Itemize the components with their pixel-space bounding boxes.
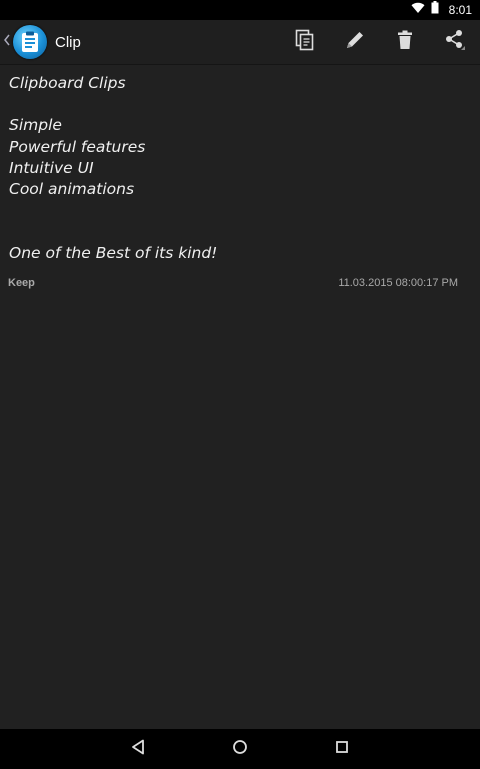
clip-line: Cool animations — [9, 180, 135, 198]
clip-text[interactable]: Clipboard Clips Simple Powerful features In… — [0, 65, 480, 264]
clip-timestamp: 11.03.2015 08:00:17 PM — [338, 276, 458, 289]
back-button[interactable] — [126, 737, 150, 761]
recents-square-icon — [335, 740, 349, 759]
home-circle-icon — [232, 739, 248, 760]
back-triangle-icon — [131, 739, 145, 760]
trash-icon — [397, 30, 413, 55]
action-bar — [280, 20, 480, 64]
app-logo-clipboard-icon[interactable] — [13, 25, 47, 59]
share-icon — [444, 29, 466, 56]
clip-line — [9, 94, 471, 115]
clip-line: Intuitive UI — [9, 158, 94, 177]
clip-meta: Keep 11.03.2015 08:00:17 PM — [0, 264, 480, 289]
up-navigation-icon[interactable] — [3, 33, 11, 52]
status-bar: 8:01 — [0, 0, 480, 20]
home-button[interactable] — [228, 737, 252, 761]
edit-button[interactable] — [330, 20, 380, 64]
clip-detail: Clipboard Clips Simple Powerful features In… — [0, 65, 480, 289]
navigation-bar — [0, 729, 480, 769]
clip-line: Simple — [9, 116, 62, 135]
recents-button[interactable] — [330, 737, 354, 761]
delete-button[interactable] — [380, 20, 430, 64]
share-button[interactable] — [430, 20, 480, 64]
app-title: Clip — [55, 33, 81, 51]
edit-pencil-icon — [344, 29, 366, 56]
clip-tag: Keep — [8, 276, 35, 289]
clip-line: Clipboard Clips — [9, 74, 126, 92]
clip-line: One of the Best of its kind! — [9, 243, 218, 262]
clip-line: Powerful features — [9, 137, 146, 156]
clip-line — [9, 200, 471, 221]
clip-line — [9, 221, 471, 242]
copy-button[interactable] — [280, 20, 330, 64]
app-bar: Clip — [0, 20, 480, 65]
wifi-icon — [411, 1, 425, 19]
copy-icon — [295, 29, 315, 56]
battery-icon — [431, 1, 439, 19]
status-time: 8:01 — [448, 3, 472, 17]
